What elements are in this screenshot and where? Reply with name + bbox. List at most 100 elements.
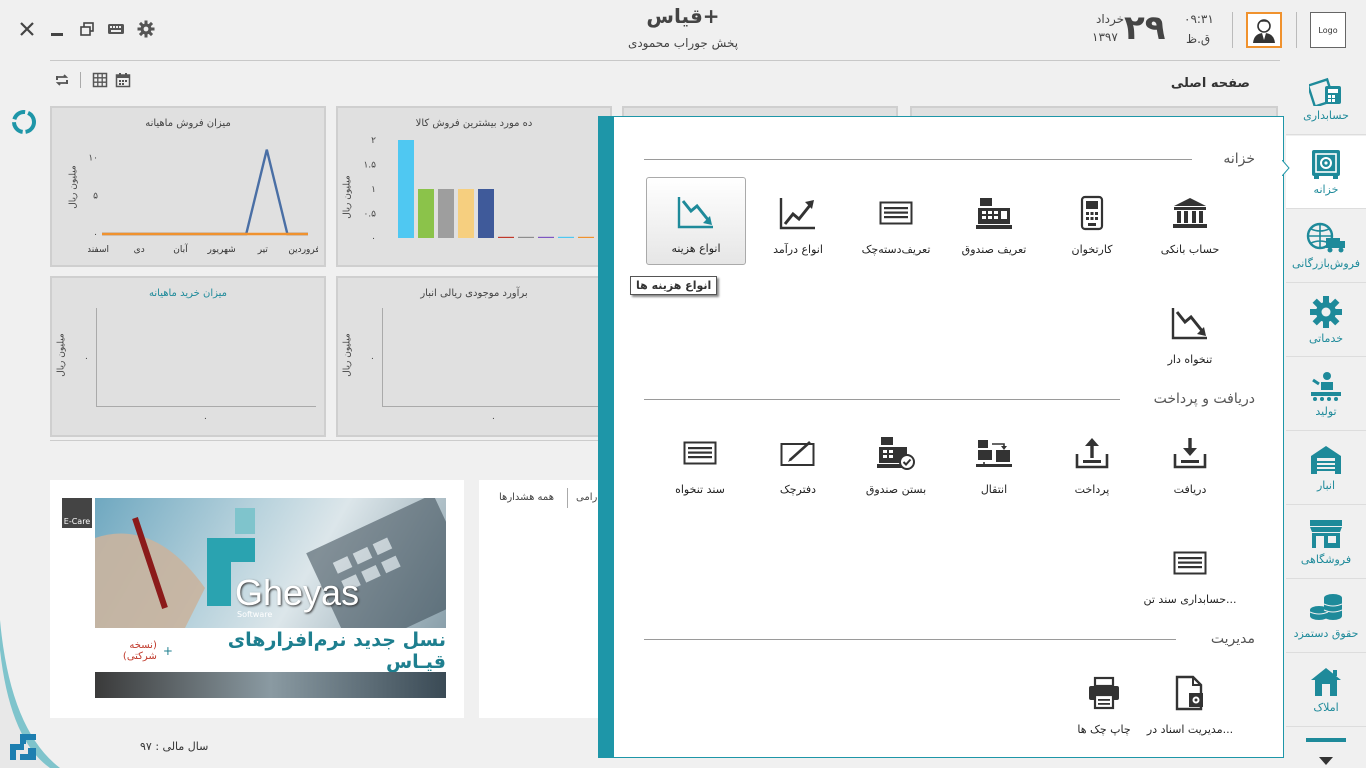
tile-documents-management[interactable]: مدیریت اسناد در... bbox=[1140, 659, 1240, 747]
y-axis-label: میلیون ریال bbox=[342, 175, 353, 219]
sidebar-item-production[interactable]: تولید bbox=[1286, 358, 1366, 431]
tile-check-book[interactable]: دفترچک bbox=[748, 419, 848, 507]
tile-define-checkbook[interactable]: تعریف‌دسته‌چک bbox=[846, 179, 946, 267]
banner-image: Gheyas Software bbox=[95, 498, 446, 628]
clock-time: ۰۹:۳۱ bbox=[1184, 12, 1214, 26]
y-axis bbox=[96, 308, 97, 406]
sidebar-item-label: تولید bbox=[1315, 405, 1337, 418]
sidebar-item-services[interactable]: خدماتی bbox=[1286, 284, 1366, 357]
settings-gear-icon[interactable] bbox=[135, 18, 157, 40]
alerts-panel: همه هشدارها رامی bbox=[479, 480, 609, 718]
bar bbox=[458, 189, 474, 238]
service-gear-icon bbox=[1310, 296, 1342, 328]
date-day: ۲۹ bbox=[1124, 8, 1166, 48]
promo-banner[interactable]: E-Care Gheyas Software نسل جدید نرم‌افزا… bbox=[50, 480, 464, 718]
tile-petty-voucher[interactable]: سند تنخواه bbox=[650, 419, 750, 507]
grid-view-icon[interactable] bbox=[90, 70, 110, 90]
tile-petty-cash-holder[interactable]: تنخواه دار bbox=[1140, 289, 1240, 377]
sidebar-scroll-down-icon[interactable] bbox=[1316, 752, 1336, 766]
keyboard-icon[interactable] bbox=[105, 18, 127, 40]
tile-close-register[interactable]: بستن صندوق bbox=[846, 419, 946, 507]
tile-label: حساب بانکی bbox=[1160, 243, 1220, 256]
toolbar-separator bbox=[80, 72, 81, 88]
section-title-treasury: خزانه bbox=[1223, 151, 1255, 167]
sidebar-item-payroll[interactable]: حقوق دستمزد bbox=[1286, 580, 1366, 653]
sidebar-scroll-handle[interactable] bbox=[1306, 738, 1346, 742]
sales-monthly-chart: ۱۰ ۵ ۰ اسفند دی آبان شهریور تیر فروردین bbox=[88, 149, 318, 255]
banner-bottom-image bbox=[95, 672, 446, 698]
print-check-icon bbox=[1084, 673, 1124, 713]
receive-icon bbox=[1170, 433, 1210, 473]
bank-icon bbox=[1170, 193, 1210, 233]
slogan-text: نسل جدید نرم‌افزارهای قیـاس bbox=[227, 629, 446, 673]
header-separator bbox=[1232, 12, 1233, 48]
app-logo-icon bbox=[6, 730, 40, 764]
sidebar-item-label: خدماتی bbox=[1308, 332, 1344, 345]
tile-transfer[interactable]: انتقال bbox=[944, 419, 1044, 507]
x-tick-label: دی bbox=[134, 245, 145, 255]
minimize-icon[interactable] bbox=[46, 18, 68, 40]
tile-print-checks[interactable]: چاپ چک ها bbox=[1054, 659, 1154, 747]
accounting-icon bbox=[1309, 77, 1341, 106]
sidebar-item-commerce[interactable]: فروش‌بازرگانی bbox=[1286, 210, 1366, 283]
restore-icon[interactable] bbox=[76, 18, 98, 40]
ecare-badge[interactable]: E-Care bbox=[62, 498, 92, 528]
section-title-management: مدیریت bbox=[1210, 631, 1255, 647]
documents-management-icon bbox=[1170, 673, 1210, 713]
sidebar-item-real-estate[interactable]: املاک bbox=[1286, 654, 1366, 727]
y-tick-label: ۰ bbox=[371, 234, 376, 244]
tile-expense-types[interactable]: انواع هزینه bbox=[646, 177, 746, 265]
tab-all-alerts[interactable]: همه هشدارها bbox=[499, 492, 554, 503]
bar bbox=[518, 236, 534, 238]
y-tick: ۰ bbox=[370, 354, 375, 364]
treasury-popup: خزانه دریافت و پرداخت مدیریت حساب بانکی … bbox=[598, 116, 1284, 758]
checkbook-icon bbox=[876, 193, 916, 233]
section-divider bbox=[644, 399, 1120, 400]
refresh-icon[interactable] bbox=[52, 70, 72, 90]
safe-icon bbox=[1312, 150, 1340, 179]
tile-bank-account[interactable]: حساب بانکی bbox=[1140, 179, 1240, 267]
series-line bbox=[102, 149, 308, 236]
bar bbox=[578, 236, 594, 238]
user-avatar[interactable] bbox=[1246, 12, 1282, 48]
date-month: خرداد bbox=[1095, 12, 1125, 26]
y-tick-label: ۲ bbox=[371, 136, 376, 146]
tile-label: مدیریت اسناد در... bbox=[1146, 723, 1234, 736]
tile-label: دریافت bbox=[1173, 483, 1207, 496]
sidebar-item-store[interactable]: فروشگاهی bbox=[1286, 506, 1366, 579]
tooltip: انواع هزینه ها bbox=[630, 276, 718, 295]
tile-define-register[interactable]: تعریف صندوق bbox=[944, 179, 1044, 267]
x-tick: ۰ bbox=[203, 414, 208, 424]
y-tick-label: ۵ bbox=[93, 192, 98, 202]
sidebar-item-treasury[interactable]: خزانه bbox=[1286, 136, 1366, 209]
bar bbox=[498, 236, 514, 238]
voucher-accounting-icon bbox=[1170, 543, 1210, 583]
tab-other-alerts[interactable]: رامی bbox=[576, 492, 597, 503]
sidebar-item-label: خزانه bbox=[1313, 183, 1339, 196]
income-chart-icon bbox=[778, 193, 818, 233]
card-title: ده مورد بیشترین فروش کالا bbox=[415, 118, 533, 129]
y-tick-label: ۱۰ bbox=[88, 153, 98, 163]
y-tick-label: ۰ bbox=[93, 230, 98, 240]
fiscal-year: سال مالی : ۹۷ bbox=[140, 740, 209, 753]
sidebar-item-label: املاک bbox=[1313, 701, 1339, 714]
close-icon[interactable] bbox=[16, 18, 38, 40]
tile-card-reader[interactable]: کارتخوان bbox=[1042, 179, 1142, 267]
sidebar-item-accounting[interactable]: حسابداری bbox=[1286, 62, 1366, 135]
calendar-icon[interactable] bbox=[113, 70, 133, 90]
tile-label: حسابداری سند تن... bbox=[1143, 593, 1237, 606]
tile-voucher-accounting[interactable]: حسابداری سند تن... bbox=[1140, 529, 1240, 617]
sidebar-item-warehouse[interactable]: انبار bbox=[1286, 432, 1366, 505]
tile-label: تعریف صندوق bbox=[961, 243, 1027, 256]
header-separator bbox=[1296, 12, 1297, 48]
company-logo: Logo bbox=[1310, 12, 1346, 48]
store-icon bbox=[1310, 520, 1342, 548]
tile-income-types[interactable]: انواع درآمد bbox=[748, 179, 848, 267]
tile-label: تنخواه دار bbox=[1167, 353, 1213, 366]
sync-icon[interactable] bbox=[10, 108, 38, 136]
tile-pay[interactable]: پرداخت bbox=[1042, 419, 1142, 507]
tile-receive[interactable]: دریافت bbox=[1140, 419, 1240, 507]
coins-icon bbox=[1309, 594, 1343, 620]
banner-slogan: نسل جدید نرم‌افزارهای قیـاس + (نسخه شرکت… bbox=[95, 629, 446, 673]
sales-monthly-card: میزان فروش ماهیانه میلیون ریال ۱۰ ۵ ۰ اسفند… bbox=[50, 106, 326, 267]
